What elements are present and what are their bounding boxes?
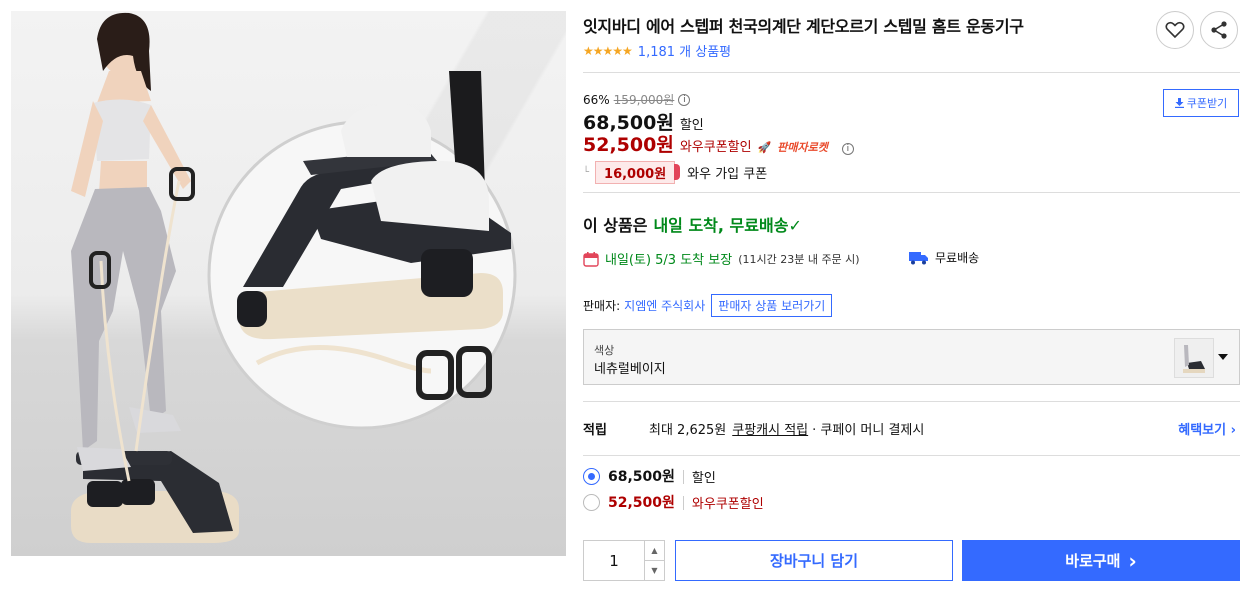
divider	[583, 455, 1240, 456]
delivery-headline-highlight: 내일 도착, 무료배송✓	[653, 212, 801, 236]
delivery-headline-prefix: 이 상품은	[583, 216, 648, 235]
points-label: 적립	[583, 423, 607, 438]
wow-price-row: 52,500원 와우쿠폰할인 🚀 판매자로켓 i	[583, 130, 854, 157]
seller-rocket-badge: 판매자로켓	[777, 141, 828, 154]
option-label: 색상	[594, 344, 615, 357]
discount-row: 66% 159,000원 i	[583, 91, 691, 108]
radio-selected[interactable]	[583, 468, 600, 485]
wow-price-label: 와우쿠폰할인	[679, 140, 752, 155]
heart-icon	[1165, 21, 1185, 39]
wow-info-icon[interactable]: i	[841, 143, 854, 155]
buy-now-button[interactable]: 바로구매 ›	[962, 540, 1240, 581]
chevron-down-icon	[1218, 354, 1228, 360]
product-main-image[interactable]	[11, 11, 566, 556]
seller-products-button[interactable]: 판매자 상품 보러가기	[711, 294, 833, 317]
wow-coupon-row: └ 16,000원 와우 가입 쿠폰	[583, 161, 767, 184]
option-value: 네츄럴베이지	[594, 362, 666, 377]
payment-option-wow[interactable]: 52,500원 와우쿠폰할인	[583, 493, 764, 512]
quantity-down-icon[interactable]: ▼	[645, 561, 664, 580]
buy-now-label: 바로구매	[1065, 552, 1121, 570]
order-cutoff: (11시간 23분 내 주문 시)	[738, 252, 860, 266]
delivery-headline: 이 상품은 내일 도착, 무료배송✓	[583, 212, 802, 236]
delivery-headline-text: 내일 도착, 무료배송	[653, 216, 789, 235]
free-shipping: 무료배송	[909, 249, 979, 266]
add-to-cart-button[interactable]: 장바구니 담기	[675, 540, 953, 581]
coupon-download-label: 쿠폰받기	[1186, 97, 1228, 110]
points-row: 적립 최대 2,625원 쿠팡캐시 적립 · 쿠페이 머니 결제시 혜택보기 ›	[583, 419, 1240, 438]
divider	[583, 72, 1240, 73]
download-icon	[1174, 98, 1184, 108]
color-option-select[interactable]: 색상 네츄럴베이지	[583, 329, 1240, 385]
coupon-description: 와우 가입 쿠폰	[687, 167, 768, 182]
payment-option-price: 68,500원	[608, 469, 684, 484]
branch-mark: └	[583, 167, 590, 178]
original-price: 159,000원	[613, 93, 675, 107]
star-rating-icon: ★★★★★	[583, 43, 633, 58]
rating-row[interactable]: ★★★★★ 1,181 개 상품평	[583, 41, 731, 61]
arrival-row: 내일(토) 5/3 도착 보장 (11시간 23분 내 주문 시)	[583, 249, 860, 268]
chevron-right-icon: ›	[1128, 548, 1137, 573]
seller-name-link[interactable]: 지엠엔 주식회사	[624, 297, 705, 314]
calendar-icon	[583, 251, 599, 267]
arrival-date: 내일(토) 5/3 도착 보장	[605, 253, 733, 268]
seller-label: 판매자:	[583, 299, 621, 313]
divider	[583, 401, 1240, 402]
free-shipping-label: 무료배송	[935, 251, 980, 265]
radio-unselected[interactable]	[583, 494, 600, 511]
quantity-input[interactable]: 1	[584, 541, 644, 580]
quantity-up-icon[interactable]: ▲	[645, 541, 664, 561]
share-icon	[1211, 21, 1227, 39]
coupon-amount-badge: 16,000원	[595, 161, 681, 184]
product-title: 잇지바디 에어 스텝퍼 천국의계단 계단오르기 스텝밀 홈트 운동기구	[583, 17, 1024, 36]
discount-rate: 66%	[583, 92, 610, 107]
quantity-stepper[interactable]: 1 ▲ ▼	[583, 540, 665, 581]
option-thumbnail	[1174, 338, 1214, 378]
payment-option-regular[interactable]: 68,500원 할인	[583, 467, 716, 486]
info-icon[interactable]: i	[678, 93, 691, 106]
seller-row: 판매자: 지엠엔 주식회사 판매자 상품 보러가기	[583, 294, 833, 317]
share-button[interactable]	[1200, 11, 1238, 49]
rocket-icon: 🚀	[757, 141, 772, 154]
coupang-cash-link[interactable]: 쿠팡캐시 적립	[732, 419, 808, 438]
quantity-steps: ▲ ▼	[644, 541, 664, 580]
review-count-link[interactable]: 1,181 개 상품평	[638, 41, 731, 60]
product-illustration	[71, 12, 517, 543]
wishlist-button[interactable]	[1156, 11, 1194, 49]
payment-option-label: 와우쿠폰할인	[691, 497, 764, 512]
payment-option-price: 52,500원	[608, 495, 684, 510]
points-condition: · 쿠페이 머니 결제시	[812, 423, 925, 438]
points-max: 최대 2,625원	[649, 423, 727, 438]
coupon-download-button[interactable]: 쿠폰받기	[1163, 89, 1239, 117]
check-icon: ✓	[788, 216, 802, 235]
payment-option-label: 할인	[691, 471, 716, 486]
benefit-link[interactable]: 혜택보기 ›	[1178, 419, 1236, 438]
divider	[583, 192, 1240, 193]
wow-price: 52,500원	[583, 134, 674, 156]
truck-icon	[909, 251, 928, 264]
